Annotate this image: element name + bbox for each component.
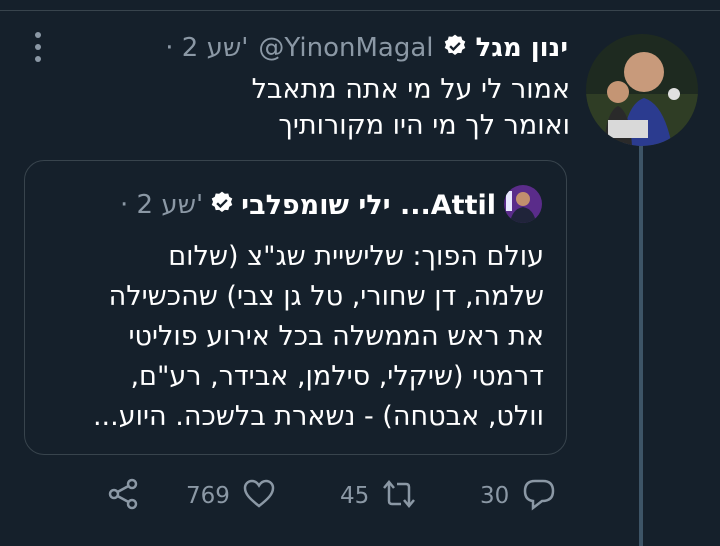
quote-header: ילי שומפלבי ...Attil · 2 שע' <box>120 185 496 225</box>
quote-line: את ראש הממשלה בכל אירוע פוליטי <box>128 321 544 352</box>
tweet-text: אמור לי על מי אתה מתאבל ואומר לך מי היו … <box>70 72 570 144</box>
heart-icon <box>242 477 276 515</box>
tweet-header: ינון מגל @YinonMagal · 2 שע' <box>165 30 568 66</box>
share-icon <box>106 477 140 515</box>
quote-line: וולט, אבטחה) - נשארת בלשכה. היוע... <box>92 401 544 432</box>
action-bar: 769 45 30 <box>0 470 720 522</box>
tweet-line: ואומר לך מי היו מקורותיך <box>278 110 570 141</box>
author-name[interactable]: ינון מגל <box>476 33 569 63</box>
like-button[interactable]: 769 <box>186 470 276 522</box>
retweet-count: 45 <box>340 483 370 509</box>
quote-line: עולם הפוך: שלישיית שג"צ (שלום <box>168 241 544 272</box>
verified-badge-icon <box>442 33 468 63</box>
quote-text: עולם הפוך: שלישיית שג"צ (שלום שלמה, דן ש… <box>44 237 544 437</box>
quote-line: דרמטי (שיקלי, סילמן, אבידר, רע"ם, <box>130 361 544 392</box>
author-avatar[interactable] <box>586 34 698 146</box>
share-button[interactable] <box>106 470 140 522</box>
tweet-line: אמור לי על מי אתה מתאבל <box>251 74 570 105</box>
verified-badge-icon <box>209 190 235 220</box>
reply-icon <box>521 477 557 515</box>
retweet-button[interactable]: 45 <box>340 470 417 522</box>
quote-line: שלמה, דן שחורי, טל גן צבי) שהכשילה <box>108 281 544 312</box>
quote-author-avatar[interactable] <box>504 185 542 223</box>
like-count: 769 <box>186 483 230 509</box>
quoted-tweet[interactable]: ילי שומפלבי ...Attil · 2 שע' עולם הפוך: … <box>24 160 567 455</box>
quote-author-name[interactable]: ילי שומפלבי ...Attil <box>241 190 496 221</box>
reply-button[interactable]: 30 <box>480 470 557 522</box>
author-handle[interactable]: @YinonMagal <box>258 33 433 63</box>
quote-timestamp[interactable]: · 2 שע' <box>120 190 203 220</box>
tweet-timestamp[interactable]: · 2 שע' <box>165 33 248 63</box>
more-options-icon[interactable] <box>28 30 48 64</box>
retweet-icon <box>381 477 417 515</box>
top-divider <box>0 0 720 11</box>
reply-count: 30 <box>480 483 510 509</box>
